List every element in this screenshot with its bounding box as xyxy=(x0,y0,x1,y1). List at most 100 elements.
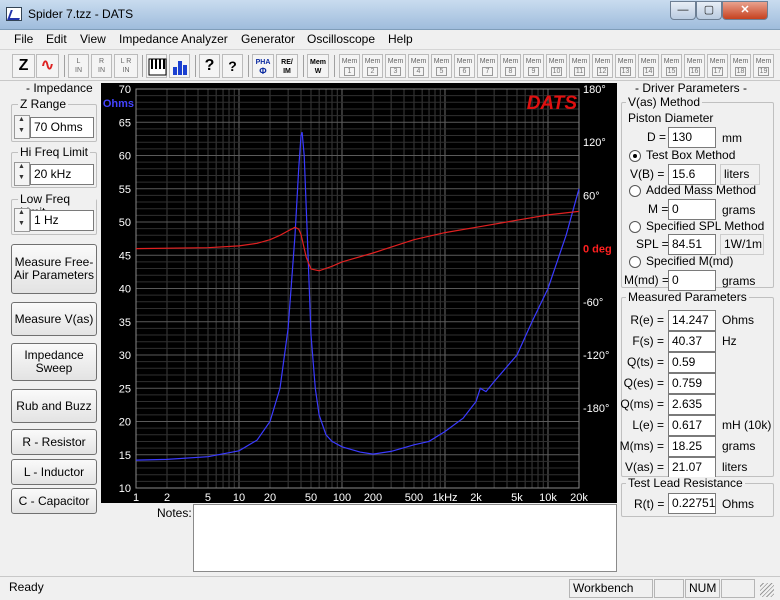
memory-slot-5-button[interactable]: Mem 5 xyxy=(431,54,452,78)
help-question-icon[interactable]: ? xyxy=(199,54,220,78)
x-tick-label: 2 xyxy=(164,492,170,503)
x-tick-label: 5 xyxy=(205,492,211,503)
memory-slot-16-button[interactable]: Mem 16 xyxy=(684,54,705,78)
impedance-sweep-button[interactable]: Impedance Sweep xyxy=(11,343,97,381)
phase-button[interactable]: PHA Φ xyxy=(252,54,274,78)
test-box-radio[interactable] xyxy=(629,150,641,162)
added-mass-radio[interactable] xyxy=(629,185,641,197)
measured-value-field[interactable]: 0.759 xyxy=(668,373,716,394)
x-tick-label: 20k xyxy=(570,492,588,503)
memory-slot-3-button[interactable]: Mem 3 xyxy=(385,54,406,78)
notes-textarea[interactable] xyxy=(193,504,617,572)
resize-grip-icon[interactable] xyxy=(760,583,774,597)
x-tick-label: 10k xyxy=(539,492,557,503)
memory-slot-18-button[interactable]: Mem 18 xyxy=(730,54,751,78)
memory-slot-11-button[interactable]: Mem 11 xyxy=(569,54,590,78)
rt-field[interactable]: 0.22751 xyxy=(668,493,716,514)
vb-field[interactable]: 15.6 xyxy=(668,164,716,185)
menu-file[interactable]: File xyxy=(14,32,33,46)
measured-value-field[interactable]: 40.37 xyxy=(668,331,716,352)
memory-slot-15-button[interactable]: Mem 15 xyxy=(661,54,682,78)
specified-spl-radio[interactable] xyxy=(629,221,641,233)
memory-write-button[interactable]: Mem W xyxy=(307,54,329,78)
piston-diameter-label: Piston Diameter xyxy=(628,111,714,125)
memory-slot-label: Mem xyxy=(502,58,519,65)
menu-edit[interactable]: Edit xyxy=(46,32,67,46)
workbench-indicator: Workbench xyxy=(569,579,653,598)
test-box-label: Test Box Method xyxy=(646,148,736,162)
menu-view[interactable]: View xyxy=(80,32,106,46)
memory-slot-6-button[interactable]: Mem 6 xyxy=(454,54,475,78)
y-right-tick-label: -180° xyxy=(583,403,609,415)
measured-value-field[interactable]: 2.635 xyxy=(668,394,716,415)
memory-slot-9-button[interactable]: Mem 9 xyxy=(523,54,544,78)
z-range-field[interactable]: 70 Ohms xyxy=(30,117,94,138)
memory-slot-19-button[interactable]: Mem 19 xyxy=(753,54,774,78)
measured-value-field[interactable]: 21.07 xyxy=(668,457,716,478)
real-imag-button[interactable]: RE/ IM xyxy=(276,54,298,78)
rt-unit: Ohms xyxy=(722,497,755,511)
hi-freq-spinner[interactable] xyxy=(14,162,30,186)
y-tick-label: 45 xyxy=(119,250,131,262)
mmd-field[interactable]: 0 xyxy=(668,270,716,291)
memory-slot-label: Mem xyxy=(410,58,427,65)
memory-slot-12-button[interactable]: Mem 12 xyxy=(592,54,613,78)
capacitor-button[interactable]: C - Capacitor xyxy=(11,488,97,514)
hi-freq-label: Hi Freq Limit xyxy=(18,145,91,159)
piano-keys-icon[interactable] xyxy=(146,54,167,78)
maximize-button[interactable]: ▢ xyxy=(696,1,722,20)
low-freq-spinner[interactable] xyxy=(14,208,30,232)
memory-slot-14-button[interactable]: Mem 14 xyxy=(638,54,659,78)
menu-generator[interactable]: Generator xyxy=(241,32,295,46)
measure-free-air-button[interactable]: Measure Free-Air Parameters xyxy=(11,244,97,294)
memory-slot-number: 8 xyxy=(505,67,516,76)
resistor-button[interactable]: R - Resistor xyxy=(11,429,97,455)
memory-slot-label: Mem xyxy=(456,58,473,65)
measured-value-field[interactable]: 0.59 xyxy=(668,352,716,373)
y-tick-label: 25 xyxy=(119,383,131,395)
memory-slot-2-button[interactable]: Mem 2 xyxy=(362,54,383,78)
right-input-button[interactable]: R IN xyxy=(91,54,112,78)
menu-help[interactable]: Help xyxy=(388,32,413,46)
hi-freq-field[interactable]: 20 kHz xyxy=(30,164,94,185)
impedance-plot: 70656055504540353025201510180°120°60°0 d… xyxy=(103,84,612,503)
memory-slot-17-button[interactable]: Mem 17 xyxy=(707,54,728,78)
impedance-z-icon[interactable]: Z xyxy=(12,54,35,78)
menu-oscilloscope[interactable]: Oscilloscope xyxy=(307,32,375,46)
menu-impedance-analyzer[interactable]: Impedance Analyzer xyxy=(119,32,228,46)
memory-slot-10-button[interactable]: Mem 10 xyxy=(546,54,567,78)
m-label: M = xyxy=(648,202,669,216)
close-button[interactable]: ✕ xyxy=(722,1,768,20)
memory-slot-7-button[interactable]: Mem 7 xyxy=(477,54,498,78)
x-tick-label: 200 xyxy=(364,492,382,503)
left-input-button[interactable]: L IN xyxy=(68,54,89,78)
y-tick-label: 50 xyxy=(119,217,131,229)
memory-slot-13-button[interactable]: Mem 13 xyxy=(615,54,636,78)
toolbar-separator xyxy=(248,55,249,77)
memory-slot-4-button[interactable]: Mem 4 xyxy=(408,54,429,78)
rub-and-buzz-button[interactable]: Rub and Buzz xyxy=(11,389,97,423)
y-tick-label: 70 xyxy=(119,84,131,96)
memory-slot-8-button[interactable]: Mem 8 xyxy=(500,54,521,78)
context-help-icon[interactable]: ? xyxy=(222,54,243,78)
inductor-button[interactable]: L - Inductor xyxy=(11,459,97,485)
specified-mmd-radio[interactable] xyxy=(629,256,641,268)
mmd-unit: grams xyxy=(722,274,756,288)
lr-input-button[interactable]: L R IN xyxy=(114,54,138,78)
m-field[interactable]: 0 xyxy=(668,199,716,220)
d-field[interactable]: 130 xyxy=(668,127,716,148)
window-title: Spider 7.tzz - DATS xyxy=(28,7,134,21)
measure-vas-button[interactable]: Measure V(as) xyxy=(11,302,97,336)
minimize-button[interactable]: — xyxy=(670,1,696,20)
measured-unit: Ohms xyxy=(722,313,755,327)
sine-wave-icon[interactable]: ∿ xyxy=(36,54,59,78)
low-freq-field[interactable]: 1 Hz xyxy=(30,210,94,231)
toolbar-separator xyxy=(195,55,196,77)
memory-slot-1-button[interactable]: Mem 1 xyxy=(339,54,360,78)
bar-spectrum-icon[interactable] xyxy=(169,54,190,78)
measured-value-field[interactable]: 14.247 xyxy=(668,310,716,331)
measured-value-field[interactable]: 18.25 xyxy=(668,436,716,457)
spl-field[interactable]: 84.51 xyxy=(668,234,716,255)
z-range-spinner[interactable] xyxy=(14,115,30,139)
measured-value-field[interactable]: 0.617 xyxy=(668,415,716,436)
